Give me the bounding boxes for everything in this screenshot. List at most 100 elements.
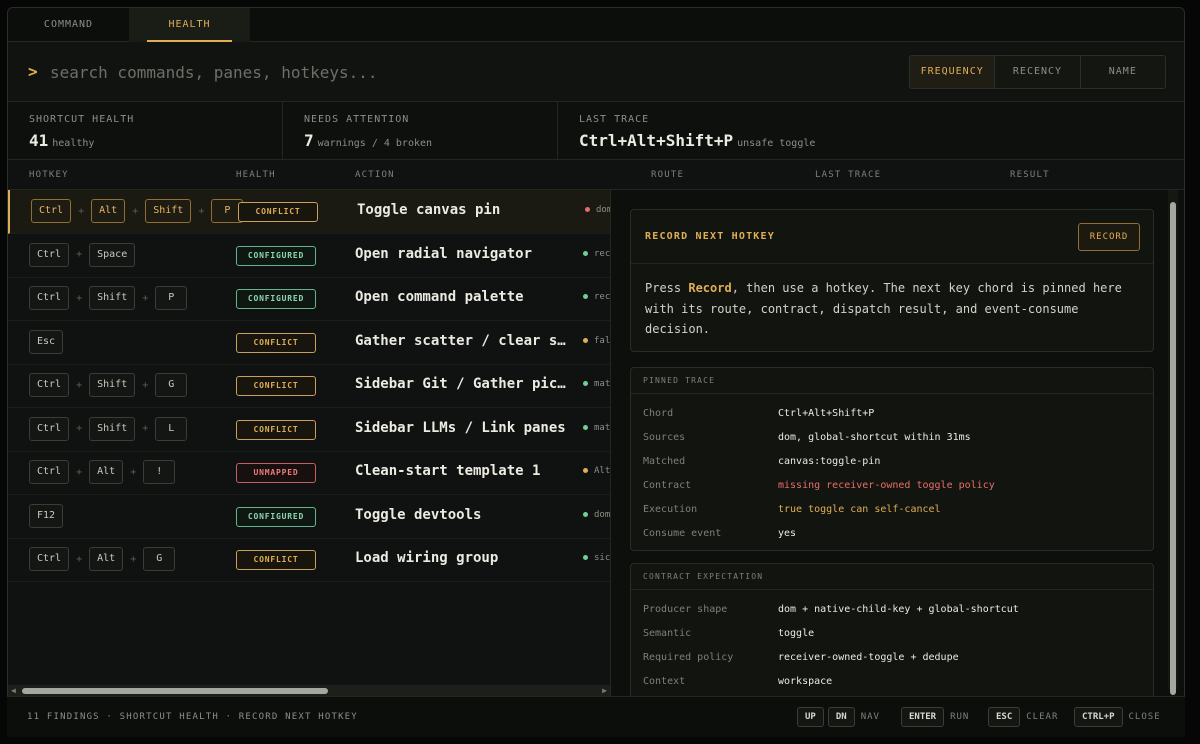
kv-value: receiver-owned-toggle + dedupe xyxy=(778,652,959,663)
plus-separator: + xyxy=(76,249,83,260)
key-cap: F12 xyxy=(29,503,64,528)
hotkey-chord: Ctrl + Space xyxy=(29,242,136,267)
table-row[interactable]: Ctrl + Shift + G CONFLICT Sidebar Git / Gather… xyxy=(8,364,610,408)
column-health[interactable]: HEALTH xyxy=(236,170,276,180)
kv-row: Producer shape dom + native-child-key + g… xyxy=(631,598,1153,622)
route-cell: rec xyxy=(583,292,610,302)
hotkey-chord: Ctrl + Alt + G xyxy=(29,547,176,571)
plus-separator: + xyxy=(76,423,83,434)
detail-panel: RECORD NEXT HOTKEY RECORD Press Record, … xyxy=(610,190,1184,697)
kv-value: true toggle can self-cancel xyxy=(778,504,941,515)
column-route[interactable]: ROUTE xyxy=(651,170,684,180)
route-cell: dom xyxy=(585,205,610,215)
sort-name-button[interactable]: NAME xyxy=(1081,56,1165,88)
key-enter: ENTER xyxy=(901,707,945,727)
table-row[interactable]: F12 CONFIGURED Toggle devtools dom xyxy=(8,495,610,539)
route-status-dot xyxy=(583,337,588,343)
kv-key: Chord xyxy=(643,408,674,419)
plus-separator: + xyxy=(76,553,83,565)
stat-value: Ctrl+Alt+Shift+P unsafe toggle xyxy=(579,131,816,150)
scrollbar-thumb[interactable] xyxy=(22,688,328,694)
scroll-right-icon[interactable]: ▶ xyxy=(602,686,607,695)
kv-row: Matched canvas:toggle-pin xyxy=(631,450,1153,474)
plus-separator: + xyxy=(142,292,149,304)
search-bar: > FREQUENCY RECENCY NAME xyxy=(8,42,1184,102)
table-row[interactable]: Ctrl + Alt + Shift + P CONFLICT Toggle canvas pi… xyxy=(8,190,610,234)
kv-value: workspace xyxy=(778,676,833,687)
status-text: 11 FINDINGS · SHORTCUT HEALTH · RECORD N… xyxy=(27,712,358,722)
key-cap: Ctrl xyxy=(29,416,70,441)
health-badge: CONFLICT xyxy=(236,419,316,440)
action-label: Load wiring group xyxy=(355,550,499,566)
route-cell: sic xyxy=(583,553,610,563)
health-badge: CONFIGURED xyxy=(236,289,316,309)
pinned-trace-card: PINNED TRACE Chord Ctrl+Alt+Shift+P Source… xyxy=(630,367,1154,551)
route-status-dot xyxy=(583,511,588,517)
table-row[interactable]: Ctrl + Alt +! UNMAPPED Clean-start template 1… xyxy=(8,451,610,495)
plus-separator: + xyxy=(142,379,149,391)
action-label: Sidebar Git / Gather pick… xyxy=(355,376,567,392)
key-cap: Alt xyxy=(91,199,126,223)
kv-value: missing receiver-owned toggle policy xyxy=(778,480,995,491)
key-cap: L xyxy=(155,416,188,441)
column-action[interactable]: ACTION xyxy=(355,170,395,180)
table-row[interactable]: Ctrl + Alt + G CONFLICT Load wiring group sic xyxy=(8,538,610,582)
table-row[interactable]: Esc CONFLICT Gather scatter / clear se… fal xyxy=(8,321,610,365)
record-button[interactable]: RECORD xyxy=(1078,223,1140,251)
hint-nav: UP DN NAV xyxy=(797,707,880,727)
column-last-trace[interactable]: LAST TRACE xyxy=(815,170,881,180)
vertical-scrollbar[interactable] xyxy=(1168,190,1178,695)
key-cap: ! xyxy=(143,460,176,484)
pinned-trace-list: Chord Ctrl+Alt+Shift+P Sources dom, global-… xyxy=(631,394,1153,546)
scroll-left-icon[interactable]: ◀ xyxy=(11,686,16,695)
column-result[interactable]: RESULT xyxy=(1010,170,1050,180)
hotkey-chord: Ctrl + Shift + P xyxy=(29,286,188,310)
hotkey-chord: Ctrl + Alt + Shift + P xyxy=(31,199,244,223)
stat-label: NEEDS ATTENTION xyxy=(304,114,410,125)
kv-row: Chord Ctrl+Alt+Shift+P xyxy=(631,402,1153,426)
tab-command[interactable]: COMMAND xyxy=(8,8,129,42)
tab-health[interactable]: HEALTH xyxy=(129,8,250,42)
hotkey-table: Ctrl + Alt + Shift + P CONFLICT Toggle canvas pi… xyxy=(8,190,610,685)
kv-key: Semantic xyxy=(643,628,692,639)
hotkey-chord: Ctrl + Alt +! xyxy=(29,460,176,484)
table-row[interactable]: Ctrl + Shift + L CONFLICT Sidebar LLMs / Link … xyxy=(8,408,610,452)
action-label: Clean-start template 1 xyxy=(355,463,541,479)
contract-expectation-title: CONTRACT EXPECTATION xyxy=(631,564,1153,590)
kv-row: Execution true toggle can self-cancel xyxy=(631,498,1153,522)
key-cap: Alt xyxy=(89,460,124,484)
sort-recency-button[interactable]: RECENCY xyxy=(995,56,1081,88)
stat-shortcut-health: SHORTCUT HEALTH 41 healthy xyxy=(8,102,283,160)
scrollbar-thumb[interactable] xyxy=(1170,202,1176,695)
plus-separator: + xyxy=(142,423,149,434)
column-hotkey[interactable]: HOTKEY xyxy=(29,170,69,180)
record-title: RECORD NEXT HOTKEY xyxy=(645,231,775,242)
app-window: COMMAND HEALTH > FREQUENCY RECENCY NAME … xyxy=(7,7,1185,737)
contract-expectation-card: CONTRACT EXPECTATION Producer shape dom +… xyxy=(630,563,1154,697)
key-cap: P xyxy=(155,286,188,310)
key-cap: Ctrl xyxy=(31,199,72,223)
kv-key: Sources xyxy=(643,432,686,443)
hotkey-chord: Ctrl + Shift + L xyxy=(29,416,188,441)
kv-value: dom, global-shortcut within 31ms xyxy=(778,432,971,443)
key-cap: Esc xyxy=(29,329,64,354)
table-row[interactable]: Ctrl + Shift + P CONFIGURED Open command palet… xyxy=(8,277,610,321)
search-input[interactable] xyxy=(50,58,650,86)
sort-frequency-button[interactable]: FREQUENCY xyxy=(910,56,996,88)
health-badge: CONFLICT xyxy=(236,550,316,570)
status-bar: 11 FINDINGS · SHORTCUT HEALTH · RECORD N… xyxy=(7,696,1185,737)
key-up: UP xyxy=(797,707,824,727)
route-cell: fal xyxy=(583,336,610,346)
kv-key: Execution xyxy=(643,504,698,515)
kv-key: Matched xyxy=(643,456,686,467)
key-cap: Ctrl xyxy=(29,373,70,397)
prompt-chevron-icon: > xyxy=(28,62,38,81)
route-cell: mat xyxy=(583,423,610,433)
key-cap: Ctrl xyxy=(29,460,70,484)
hint-label: NAV xyxy=(860,712,880,722)
hint-close: CTRL+P CLOSE xyxy=(1074,707,1161,727)
key-down: DN xyxy=(827,707,855,727)
table-row[interactable]: Ctrl + Space CONFIGURED Open radial navigato… xyxy=(8,234,610,278)
route-cell: Alt xyxy=(583,466,610,476)
kv-value: yes xyxy=(778,528,797,539)
